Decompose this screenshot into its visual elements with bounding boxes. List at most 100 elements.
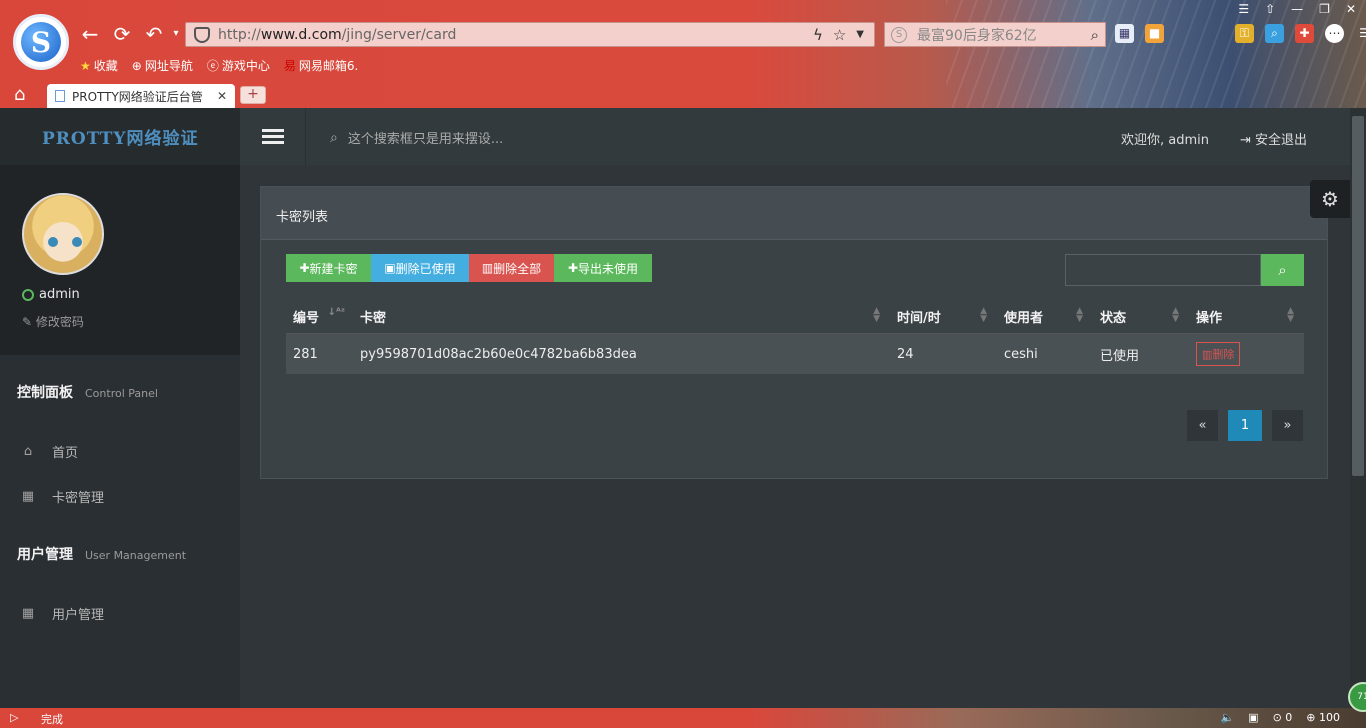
- sort-icon: ▲ ▼: [873, 306, 880, 324]
- magnifier-icon[interactable]: ⌕: [1265, 24, 1284, 43]
- sort-icon: ▲ ▼: [980, 306, 987, 324]
- bookmark-games[interactable]: ⓔ 游戏中心: [207, 57, 270, 74]
- sidebar-toggle-icon[interactable]: ▷: [10, 711, 18, 724]
- col-card[interactable]: 卡密 ▲ ▼: [353, 306, 890, 327]
- online-status: admin: [22, 287, 80, 302]
- close-icon[interactable]: ✕: [1346, 2, 1356, 16]
- netease-icon: 易: [283, 59, 296, 73]
- welcome-text: 欢迎你, admin: [1121, 133, 1209, 148]
- new-tab-button[interactable]: +: [240, 86, 266, 104]
- home-icon[interactable]: ⌂: [14, 84, 25, 105]
- toolbar-icons: ▦ ■ ⚿ ⌕ ✚ ⋯ ☰ ⤓: [1115, 24, 1366, 43]
- maximize-icon[interactable]: ❐: [1319, 2, 1330, 16]
- cell-action: ▥删除: [1189, 342, 1304, 366]
- sidebar-item-card-management[interactable]: ▦ 卡密管理: [20, 487, 104, 506]
- export-unused-button[interactable]: ✚ 导出未使用: [554, 254, 652, 282]
- table-search-button[interactable]: ⌕: [1261, 254, 1304, 286]
- tab-title: PROTTY网络验证后台管: [72, 89, 203, 104]
- more-icon[interactable]: ⋯: [1325, 24, 1344, 43]
- col-hours[interactable]: 时间/时 ▲ ▼: [890, 306, 997, 327]
- avatar[interactable]: [22, 193, 104, 275]
- search-engine-icon[interactable]: S: [891, 26, 907, 43]
- col-id[interactable]: 编号 ↓ᴬᶻ: [286, 307, 353, 326]
- star-icon: ★: [80, 58, 91, 73]
- table-icon: ▦: [21, 489, 35, 504]
- page-scrollbar[interactable]: [1350, 108, 1366, 708]
- bridge-spacer: [1175, 24, 1194, 43]
- undo-icon[interactable]: ↶: [142, 22, 166, 46]
- col-action[interactable]: 操作 ▲ ▼: [1189, 307, 1304, 327]
- download-status[interactable]: ⊙ 0: [1273, 711, 1293, 724]
- table-search-input[interactable]: [1065, 254, 1261, 286]
- cell-id: 281: [293, 346, 318, 362]
- sidebar-item-user-management[interactable]: ▦ 用户管理: [20, 604, 104, 623]
- browser-chrome: S ← ⟳ ↶ ▾ http://www.d.com/jing/server/c…: [0, 0, 1366, 108]
- scrollbar-thumb[interactable]: [1352, 116, 1364, 476]
- col-status[interactable]: 状态 ▲ ▼: [1093, 306, 1189, 327]
- extension-icon[interactable]: ■: [1145, 24, 1164, 43]
- menu-toggle-button[interactable]: [240, 108, 306, 165]
- dropdown-icon[interactable]: ▼: [856, 29, 864, 40]
- back-icon[interactable]: ←: [78, 22, 102, 46]
- top-search[interactable]: ⌕ 这个搜索框只是用来摆设...: [330, 128, 503, 148]
- game-icon[interactable]: ✚: [1295, 24, 1314, 43]
- gear-icon: ⚙: [1321, 187, 1339, 211]
- browser-logo-icon: S: [21, 22, 61, 62]
- logout-icon: ⇥: [1240, 133, 1256, 148]
- sort-icon: ▲ ▼: [1076, 306, 1083, 324]
- settings-gear-button[interactable]: ⚙: [1310, 180, 1350, 218]
- browser-logo[interactable]: S: [13, 14, 69, 70]
- url-text[interactable]: http://www.d.com/jing/server/card: [218, 27, 813, 43]
- calendar-icon[interactable]: ▦: [1115, 24, 1134, 43]
- pin-icon[interactable]: ⇧: [1265, 2, 1275, 16]
- table-icon: ▦: [21, 606, 35, 621]
- section-user-management: 用户管理 User Management: [17, 547, 187, 563]
- search-icon[interactable]: ⌕: [1091, 26, 1099, 44]
- bookmark-mail[interactable]: 易网易邮箱6.: [284, 57, 358, 74]
- zoom-status[interactable]: ⊕ 100: [1306, 711, 1340, 724]
- table-row: 281 py9598701d08ac2b60e0c4782ba6b83dea 2…: [286, 334, 1304, 374]
- tab-close-icon[interactable]: ✕: [217, 89, 227, 103]
- skin-background: [946, 0, 1366, 108]
- search-icon: ⌕: [330, 129, 338, 146]
- sort-az-icon: ↓ᴬᶻ: [327, 307, 345, 318]
- user-name: admin: [39, 287, 80, 302]
- sidebar: PROTTY网络验证 admin ✎ 修改密码 控制面板 Control Pane…: [0, 108, 240, 708]
- bookmark-nav[interactable]: ⊕ 网址导航: [132, 57, 193, 74]
- lightning-icon[interactable]: ϟ: [813, 26, 823, 44]
- globe-icon: ⊕: [131, 58, 142, 73]
- tab-active[interactable]: PROTTY网络验证后台管 ✕: [47, 84, 235, 108]
- key-icon[interactable]: ⚿: [1235, 24, 1254, 43]
- skin-icon[interactable]: ☰: [1238, 2, 1249, 16]
- status-right: 🔈 ▣ ⊙ 0 ⊕ 100: [1220, 711, 1340, 724]
- bookmark-favorites[interactable]: ★ 收藏: [80, 57, 118, 74]
- sidebar-item-home[interactable]: ⌂ 首页: [20, 442, 78, 461]
- new-card-button[interactable]: ✚ 新建卡密: [286, 254, 371, 282]
- delete-used-button[interactable]: ▣ 删除已使用: [371, 254, 469, 282]
- window-controls: ☰ ⇧ — ❐ ✕: [1238, 2, 1356, 16]
- col-user[interactable]: 使用者 ▲ ▼: [997, 306, 1093, 327]
- brand-logo[interactable]: PROTTY网络验证: [0, 108, 240, 165]
- delete-row-button[interactable]: ▥删除: [1196, 342, 1241, 366]
- delete-all-button[interactable]: ▥ 删除全部: [469, 254, 554, 282]
- browser-search-placeholder: 最富90后身家62亿: [917, 27, 1037, 44]
- pagination-prev[interactable]: «: [1187, 410, 1218, 441]
- minimize-icon[interactable]: —: [1291, 2, 1303, 16]
- star-icon[interactable]: ☆: [833, 26, 846, 44]
- address-bar[interactable]: http://www.d.com/jing/server/card ϟ ☆ ▼: [185, 22, 875, 47]
- logout-button[interactable]: ⇥ 安全退出: [1240, 129, 1307, 148]
- pagination-next[interactable]: »: [1272, 410, 1303, 441]
- cell-status: 已使用: [1100, 348, 1140, 364]
- browser-search-box[interactable]: S 最富90后身家62亿 ⌕: [884, 22, 1106, 47]
- change-password-link[interactable]: ✎ 修改密码: [22, 313, 84, 330]
- search-icon: ⌕: [1278, 261, 1287, 279]
- sort-icon: ▲ ▼: [1172, 306, 1179, 324]
- pagination-page-1[interactable]: 1: [1228, 410, 1262, 441]
- card-list-panel: 卡密列表 ✚ 新建卡密 ▣ 删除已使用 ▥ 删除全部 ✚ 导出未使用 ⌕ 编号 ↓ᴬᶻ 卡…: [260, 186, 1328, 479]
- menu-icon[interactable]: ☰: [1355, 24, 1366, 43]
- refresh-icon[interactable]: ⟳: [110, 22, 134, 46]
- screenshot-icon[interactable]: ▣: [1248, 711, 1258, 724]
- cell-hours: 24: [897, 346, 914, 362]
- card-table: 编号 ↓ᴬᶻ 卡密 ▲ ▼ 时间/时 ▲ ▼ 使用者 ▲ ▼ 状态 ▲ ▼ 操作 ▲ ▼ 281 py…: [286, 300, 1304, 374]
- volume-icon[interactable]: 🔈: [1220, 711, 1234, 724]
